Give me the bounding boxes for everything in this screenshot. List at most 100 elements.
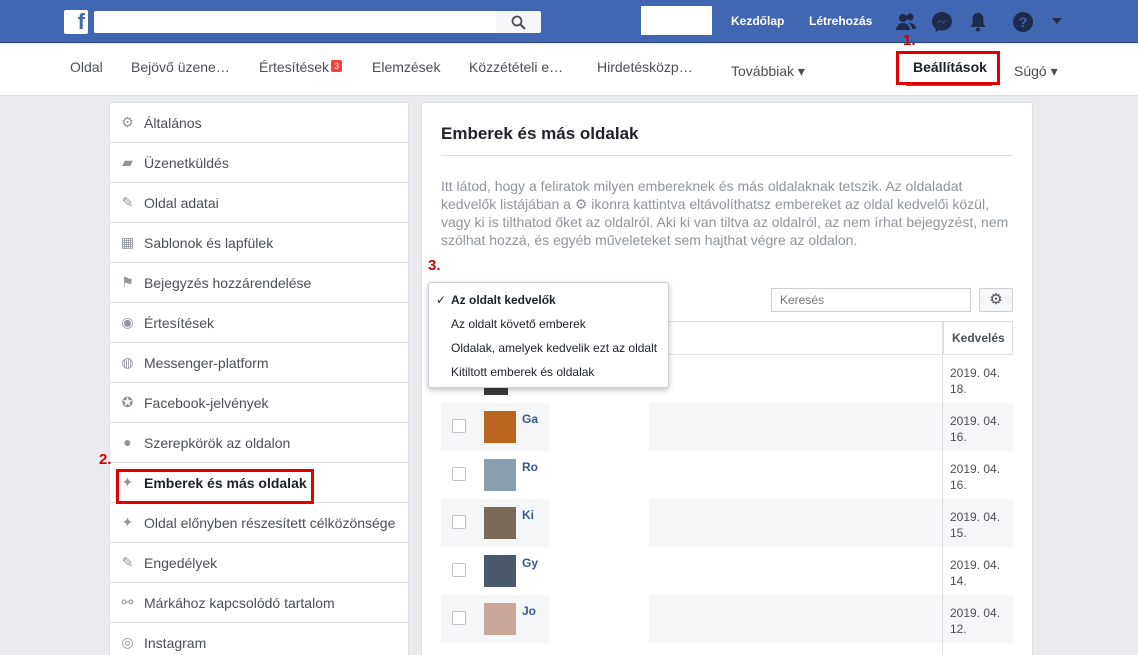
sidebar-item-notifications[interactable]: ◉ Értesítések	[110, 303, 408, 343]
sidebar-item-label: Instagram	[144, 635, 207, 651]
sidebar-item-label: Oldal előnyben részesített célközönsége	[144, 515, 396, 531]
row-name-link[interactable]: Gy	[522, 556, 538, 570]
marker-three: 3.	[428, 257, 441, 274]
search-input[interactable]	[94, 11, 496, 33]
tab-publishing-tools[interactable]: Közzétételi e…	[469, 59, 563, 75]
tab-inbox[interactable]: Bejövő üzene…	[131, 59, 230, 75]
tab-more[interactable]: Továbbiak ▾	[731, 63, 805, 80]
tab-ad-center[interactable]: Hirdetésközp…	[597, 59, 693, 75]
table-row: Ga 2019. 04. 16.	[441, 403, 1013, 451]
row-date: 2019. 04. 15.	[950, 510, 1001, 540]
marker-one: 1.	[903, 32, 916, 49]
avatar[interactable]	[484, 555, 516, 587]
row-name-link[interactable]: Ga	[522, 412, 538, 426]
notifications-icon[interactable]	[967, 11, 989, 33]
tab-notifications-label: Értesítések	[259, 59, 330, 75]
globe-icon: ◉	[121, 314, 134, 330]
person-icon: ●	[123, 434, 132, 450]
sidebar-item-page-info[interactable]: ✎ Oldal adatai	[110, 183, 408, 223]
gear-icon: ⚙	[121, 114, 134, 130]
messenger-icon[interactable]	[931, 11, 953, 33]
column-likes-header: Kedvelés	[943, 322, 1013, 354]
menu-item-likers[interactable]: Az oldalt kedvelők	[451, 293, 556, 307]
menu-item-banned[interactable]: Kitiltott emberek és oldalak	[451, 365, 594, 379]
home-link[interactable]: Kezdőlap	[731, 14, 784, 28]
sidebar-item-preferred-audience[interactable]: ✦ Oldal előnyben részesített célközönsége	[110, 503, 408, 543]
search-button[interactable]	[496, 11, 541, 33]
sidebar-item-label: Szerepkörök az oldalon	[144, 435, 291, 451]
table-row: Jo 2019. 04. 12.	[441, 595, 1013, 643]
tab-insights[interactable]: Elemzések	[372, 59, 440, 75]
people-pages-highlight-box	[116, 469, 314, 504]
menu-item-followers[interactable]: Az oldalt követő emberek	[451, 317, 586, 331]
friends-icon[interactable]	[895, 11, 917, 33]
avatar[interactable]	[484, 459, 516, 491]
sidebar-item-branded-content[interactable]: ⚯ Márkához kapcsolódó tartalom	[110, 583, 408, 623]
sidebar-item-label: Sablonok és lapfülek	[144, 235, 274, 251]
hidden-name-mask	[549, 451, 649, 499]
hidden-name-mask	[549, 499, 649, 547]
create-link[interactable]: Létrehozás	[809, 14, 872, 28]
sidebar-item-permissions[interactable]: ✎ Engedélyek	[110, 543, 408, 583]
page-title: Emberek és más oldalak	[441, 124, 639, 143]
top-bar: f Kezdőlap Létrehozás ?	[0, 0, 1138, 43]
row-name-link[interactable]: Ro	[522, 460, 538, 474]
sidebar-item-badges[interactable]: ✪ Facebook-jelvények	[110, 383, 408, 423]
sidebar-item-messenger-platform[interactable]: ◍ Messenger-platform	[110, 343, 408, 383]
table-row: Ki 2019. 04. 15.	[441, 499, 1013, 547]
tab-page[interactable]: Oldal	[70, 59, 103, 75]
row-checkbox[interactable]	[452, 563, 466, 577]
menu-caret-icon[interactable]	[1050, 14, 1064, 28]
row-date: 2019. 04. 16.	[950, 414, 1001, 444]
help-icon[interactable]: ?	[1012, 11, 1034, 33]
settings-gear-button[interactable]: ⚙	[979, 288, 1013, 312]
sidebar-item-post-attribution[interactable]: ⚑ Bejegyzés hozzárendelése	[110, 263, 408, 303]
sidebar-item-label: Márkához kapcsolódó tartalom	[144, 595, 335, 611]
hidden-name-mask	[549, 595, 649, 643]
row-date: 2019. 04. 18.	[950, 366, 1001, 396]
row-name-link[interactable]: Ki	[522, 508, 534, 522]
row-name-link[interactable]: Jo	[522, 604, 536, 618]
sidebar-item-label: Üzenetküldés	[144, 155, 229, 171]
sidebar-item-messaging[interactable]: ▰ Üzenetküldés	[110, 143, 408, 183]
sidebar-item-general[interactable]: ⚙ Általános	[110, 103, 408, 143]
row-checkbox[interactable]	[452, 467, 466, 481]
sidebar-item-templates[interactable]: ▦ Sablonok és lapfülek	[110, 223, 408, 263]
description-text: Itt látod, hogy a feliratok milyen ember…	[441, 178, 1009, 248]
column-divider	[942, 321, 943, 655]
row-checkbox[interactable]	[452, 611, 466, 625]
row-date: 2019. 04. 12.	[950, 606, 1001, 636]
notification-badge: 3	[331, 60, 343, 72]
svg-text:?: ?	[1019, 14, 1028, 30]
sidebar-item-label: Engedélyek	[144, 555, 218, 571]
instagram-icon: ◎	[121, 634, 134, 650]
message-icon: ▰	[122, 154, 133, 170]
table-row: Gy 2019. 04. 14.	[441, 547, 1013, 595]
grid-icon: ▦	[120, 234, 135, 250]
star-badge-icon: ✪	[121, 394, 134, 410]
facebook-logo-icon[interactable]: f	[64, 9, 88, 34]
tab-settings[interactable]: Beállítások	[913, 59, 987, 75]
avatar[interactable]	[484, 411, 516, 443]
sidebar-item-label: Oldal adatai	[144, 195, 219, 211]
row-checkbox[interactable]	[452, 515, 466, 529]
sidebar-item-label: Messenger-platform	[144, 355, 269, 371]
row-date: 2019. 04. 16.	[950, 462, 1001, 492]
avatar[interactable]	[484, 507, 516, 539]
title-divider	[441, 155, 1013, 156]
tab-notifications[interactable]: Értesítések 3	[259, 59, 343, 75]
check-icon: ✓	[436, 293, 447, 307]
flag-icon: ⚑	[121, 274, 134, 290]
row-checkbox[interactable]	[452, 419, 466, 433]
tab-help[interactable]: Súgó ▾	[1014, 63, 1058, 80]
avatar[interactable]	[484, 603, 516, 635]
gear-icon: ⚙	[989, 291, 1003, 308]
person-star-icon: ✦	[121, 514, 134, 530]
menu-item-pages-like[interactable]: Oldalak, amelyek kedvelik ezt az oldalt	[451, 341, 657, 355]
sidebar-item-instagram[interactable]: ◎ Instagram	[110, 623, 408, 655]
sidebar-item-page-roles[interactable]: ● Szerepkörök az oldalon	[110, 423, 408, 463]
search-icon	[511, 15, 526, 30]
messenger-icon: ◍	[121, 354, 134, 370]
profile-link[interactable]	[641, 6, 712, 35]
people-search-input[interactable]	[771, 288, 971, 312]
